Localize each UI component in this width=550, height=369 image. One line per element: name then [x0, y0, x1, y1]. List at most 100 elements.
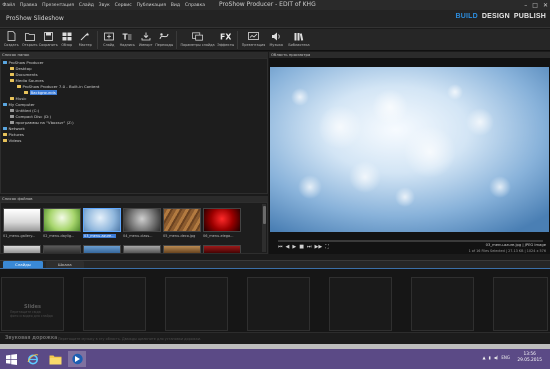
new-button[interactable]: Создать	[2, 29, 21, 51]
fx-button[interactable]: FX Эффекты	[217, 29, 236, 51]
tab-timeline[interactable]: Шкала	[45, 261, 84, 268]
open-button[interactable]: Открыть	[21, 29, 40, 51]
slide-list[interactable]: Slides Перетащите сюда фото и видео для …	[0, 268, 550, 332]
file-thumb-azure[interactable]	[83, 208, 121, 232]
tree-item-drive-d[interactable]: Compact Disc (D:)	[10, 114, 51, 119]
file-thumb-gallery[interactable]	[3, 208, 41, 232]
file-list-scrollbar[interactable]	[262, 204, 266, 252]
menu-view[interactable]: Вид	[168, 3, 182, 8]
clock[interactable]: 13:56 29.05.2015	[517, 352, 542, 364]
menu-audio[interactable]: Звук	[96, 3, 112, 8]
minimize-button[interactable]: –	[524, 2, 527, 9]
tab-slides[interactable]: Слайды	[3, 261, 43, 268]
file-list[interactable]: 01_menu-gallery... 02_menu-daylig... 03_…	[0, 202, 268, 254]
close-button[interactable]: ✕	[543, 2, 548, 9]
soundtrack-area[interactable]: Звуковая дорожка Перетащите музыку в эту…	[0, 332, 550, 344]
volume-icon[interactable]: ◀)	[494, 355, 499, 360]
tree-item-drive-c[interactable]: Untitled (C:)	[10, 108, 39, 113]
file-caption: 02_menu-daylig...	[43, 234, 75, 238]
taskbar-ie[interactable]	[24, 351, 42, 367]
tree-item-media-sources[interactable]: Media Sources	[10, 78, 44, 83]
slide-slot[interactable]	[247, 277, 310, 331]
tree-item-music[interactable]: Music	[10, 96, 27, 101]
menu-tools[interactable]: Сервис	[112, 3, 134, 8]
file-thumb-next[interactable]	[163, 245, 201, 253]
new-icon	[6, 31, 17, 41]
file-thumb-next[interactable]	[203, 245, 241, 253]
file-thumb-next[interactable]	[43, 245, 81, 253]
maximize-button[interactable]: □	[532, 2, 538, 9]
tree-item-desktop[interactable]: Desktop	[10, 66, 32, 71]
mode-design[interactable]: DESIGN	[482, 13, 510, 20]
mode-build[interactable]: BUILD	[455, 13, 477, 20]
tree-item-backgrounds[interactable]: Backgrounds	[24, 90, 57, 95]
wizard-button[interactable]: Мастер	[76, 29, 95, 51]
file-thumb-next[interactable]	[123, 245, 161, 253]
next-icon[interactable]: ▶▶	[314, 244, 322, 250]
file-caption: 05_menu-deco.jpg	[163, 234, 196, 238]
folder-tree[interactable]: ProShow Producer Desktop Documents Media…	[0, 58, 268, 194]
menu-show[interactable]: Презентация	[40, 3, 77, 8]
slide-slot[interactable]	[329, 277, 392, 331]
slide-options-button[interactable]: Параметры слайда	[179, 29, 217, 51]
skip-end-icon[interactable]: ⏭	[307, 244, 312, 250]
tree-item-my-computer[interactable]: My Computer	[3, 102, 35, 107]
music-icon	[271, 31, 282, 41]
tree-item-label: программы на "Vboxsvr" (Z:)	[15, 120, 74, 125]
tree-item-drive-z[interactable]: программы на "Vboxsvr" (Z:)	[10, 120, 74, 125]
caption-button[interactable]: T Надпись	[118, 29, 137, 51]
slide-button[interactable]: Слайд	[100, 29, 119, 51]
tree-item-builtin-content[interactable]: ProShow Producer 7.0 - Built-in Content	[17, 84, 99, 89]
mode-tabs: BUILD DESIGN PUBLISH	[455, 13, 546, 20]
tree-item-videos[interactable]: Videos	[3, 138, 21, 143]
slide-slot[interactable]	[411, 277, 474, 331]
menu-help[interactable]: Справка	[182, 3, 207, 8]
slide-slot-empty[interactable]: Slides Перетащите сюда фото и видео для …	[1, 277, 64, 331]
menu-publish[interactable]: Публикация	[134, 3, 168, 8]
library-icon	[294, 31, 305, 41]
start-button[interactable]	[2, 351, 20, 367]
file-thumb-next[interactable]	[3, 245, 41, 253]
playback-progress[interactable]	[278, 240, 543, 242]
skip-start-icon[interactable]: ⏮	[278, 244, 283, 250]
open-icon	[24, 31, 35, 41]
menu-slide[interactable]: Слайд	[76, 3, 96, 8]
menu-edit[interactable]: Правка	[17, 3, 39, 8]
language-indicator[interactable]: ENG	[501, 355, 510, 360]
file-thumb-daylight[interactable]	[43, 208, 81, 232]
show-button[interactable]: Презентация	[240, 29, 267, 51]
save-button[interactable]: Сохранить	[39, 29, 58, 51]
tree-item-label: My Computer	[8, 102, 35, 107]
network-icon[interactable]: ▮	[489, 355, 491, 360]
taskbar-explorer[interactable]	[46, 351, 64, 367]
file-thumb-classic[interactable]	[123, 208, 161, 232]
tree-item-proshow[interactable]: ProShow Producer	[3, 60, 44, 65]
import-button[interactable]: Импорт	[137, 29, 156, 51]
slide-slot[interactable]	[165, 277, 228, 331]
slide-slot[interactable]	[493, 277, 548, 331]
music-button[interactable]: Музыка	[267, 29, 286, 51]
file-thumb-next[interactable]	[83, 245, 121, 253]
taskbar-proshow[interactable]	[68, 351, 86, 367]
previous-icon[interactable]: ◀	[286, 244, 290, 250]
slide-slot[interactable]	[83, 277, 146, 331]
mode-publish[interactable]: PUBLISH	[514, 13, 546, 20]
tray-arrow-icon[interactable]: ▲	[482, 355, 485, 360]
transitions-button[interactable]: Переходы	[155, 29, 174, 51]
play-icon[interactable]: ▶	[292, 244, 296, 250]
library-button[interactable]: Библиотека	[286, 29, 313, 51]
file-thumb-deco[interactable]	[163, 208, 201, 232]
file-thumb-elegant[interactable]	[203, 208, 241, 232]
menu-file[interactable]: Файл	[0, 3, 17, 8]
file-caption: 06_menu-elega...	[203, 234, 234, 238]
tree-item-documents[interactable]: Documents	[10, 72, 38, 77]
stop-icon[interactable]: ■	[299, 244, 304, 250]
overview-button[interactable]: Обзор	[58, 29, 77, 51]
tree-item-pictures[interactable]: Pictures	[3, 132, 24, 137]
fullscreen-icon[interactable]: ⛶	[325, 244, 329, 250]
tree-item-label: ProShow Producer 7.0 - Built-in Content	[22, 84, 100, 89]
drive-icon	[10, 108, 14, 113]
transitions-icon	[159, 31, 170, 41]
tree-item-network[interactable]: Network	[3, 126, 25, 131]
scrollbar-thumb[interactable]	[262, 206, 266, 224]
